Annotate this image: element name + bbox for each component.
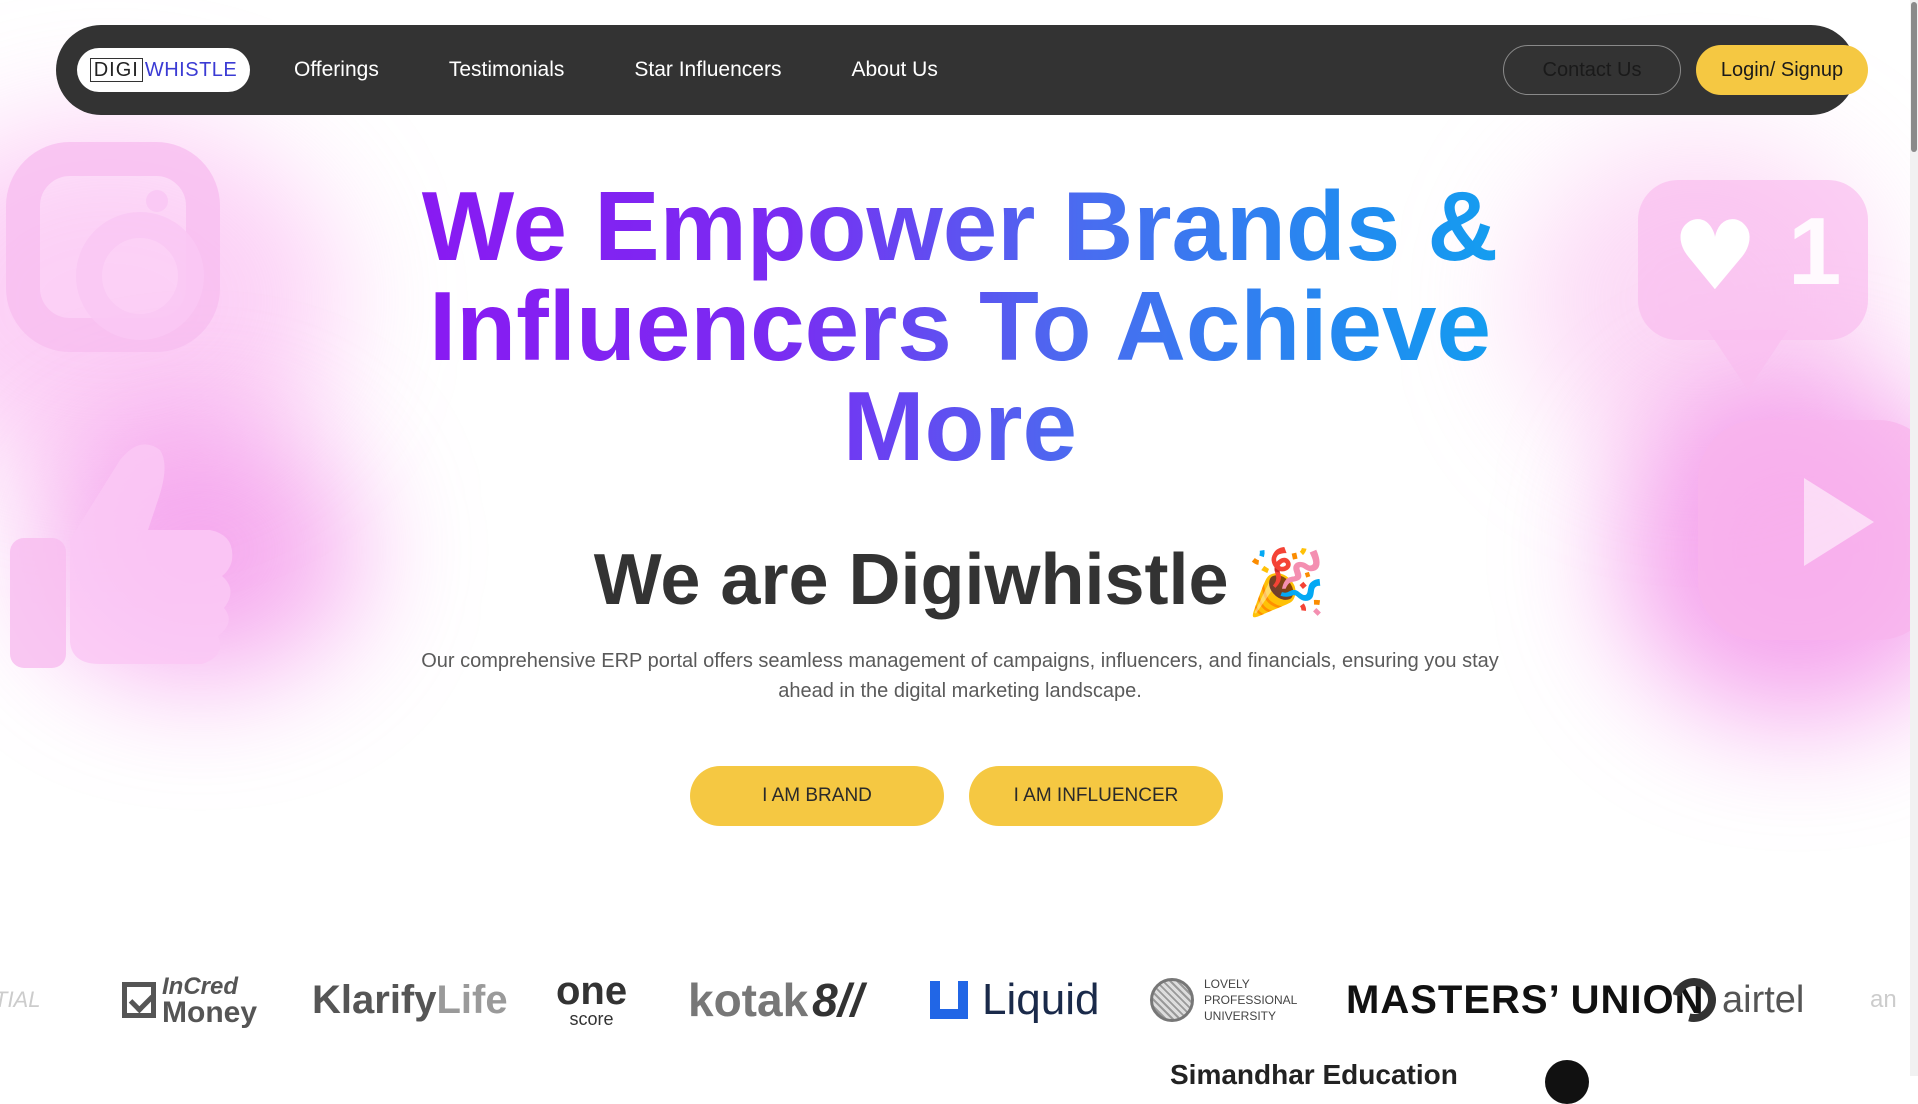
nav-links: Offerings Testimonials Star Influencers … (294, 25, 1008, 115)
brand-logos-row2: Simandhar Education (0, 1059, 1918, 1104)
onescore-logo: one score (556, 970, 627, 1030)
background-decoration: ♥ 1 (0, 0, 1918, 1076)
hero-subtitle-text: We are Digiwhistle (593, 540, 1229, 620)
hero-description: Our comprehensive ERP portal offers seam… (421, 650, 1499, 702)
lpu-line1: LOVELY (1204, 977, 1250, 991)
heart-icon: ♥ (1672, 200, 1759, 312)
airtel-swirl-icon (1663, 969, 1725, 1031)
top-navbar: DIGI WHISTLE Offerings Testimonials Star… (56, 25, 1868, 115)
login-signup-button[interactable]: Login/ Signup (1696, 45, 1868, 95)
liquid-text: Liquid (982, 975, 1100, 1024)
pink-glow (1618, 380, 1918, 720)
liquid-logo: Liquid (930, 970, 1099, 1030)
i-am-influencer-button[interactable]: I AM INFLUENCER (969, 766, 1223, 826)
lpu-line2: PROFESSIONAL (1204, 993, 1298, 1007)
onescore-part1: one (556, 969, 628, 1013)
pink-glow (40, 420, 360, 680)
masters-union-logo: MASTERS’ UNION (1346, 977, 1705, 1022)
logo-digi: DIGI (89, 58, 143, 82)
lpu-logo: LOVELY PROFESSIONAL UNIVERSITY (1150, 970, 1297, 1030)
airtel-logo: airtel (1663, 969, 1805, 1031)
lpu-seal-icon (1150, 978, 1194, 1022)
airtel-text: airtel (1722, 978, 1805, 1021)
instagram-dot-icon (146, 190, 168, 212)
nav-link-star-influencers[interactable]: Star Influencers (634, 58, 781, 82)
instagram-lens-icon (76, 212, 204, 340)
partial-brand-logo (1545, 1060, 1589, 1104)
liquid-mark-icon (930, 981, 968, 1019)
youtube-3d-icon (1698, 420, 1918, 640)
pink-glow (1518, 140, 1878, 460)
bubble-tail (1708, 330, 1788, 390)
i-am-brand-button[interactable]: I AM BRAND (690, 766, 944, 826)
instagram-3d-icon (6, 142, 220, 352)
partial-brand-logo: TIAL (0, 987, 41, 1012)
contact-us-button[interactable]: Contact Us (1503, 45, 1681, 95)
like-count-icon: 1 (1788, 198, 1842, 305)
klarify-part2: Life (436, 977, 508, 1022)
onescore-part2: score (569, 1009, 614, 1029)
klarify-life-logo: Klarify Life (312, 970, 508, 1030)
thumbs-up-3d-icon (10, 444, 233, 668)
partial-brand-logo: an (1870, 986, 1897, 1013)
kotak-text: kotak (688, 974, 809, 1026)
hero-title: We Empower Brands & Influencers To Achie… (360, 176, 1560, 476)
incred-check-icon (122, 982, 156, 1018)
like-notification-3d-icon: ♥ 1 (1638, 180, 1868, 390)
kotak-mark-icon: 8// (812, 974, 864, 1026)
incred-money-logo: InCred Money (122, 970, 257, 1030)
nav-link-about-us[interactable]: About Us (851, 58, 937, 82)
nav-link-offerings[interactable]: Offerings (294, 58, 379, 82)
pink-glow (0, 120, 340, 480)
page-scrollbar[interactable] (1910, 0, 1918, 1076)
play-icon (1804, 478, 1874, 566)
round-logo-icon (1545, 1060, 1589, 1104)
simandhar-education-logo: Simandhar Education (1170, 1059, 1458, 1090)
lpu-line3: UNIVERSITY (1204, 1009, 1277, 1023)
nav-link-testimonials[interactable]: Testimonials (449, 58, 565, 82)
incred-line2: Money (162, 996, 258, 1029)
party-popper-icon: 🎉 (1246, 546, 1327, 620)
scrollbar-thumb[interactable] (1911, 2, 1917, 152)
kotak-logo: kotak 8// (688, 970, 863, 1030)
digiwhistle-logo[interactable]: DIGI WHISTLE (77, 48, 250, 92)
logo-whistle: WHISTLE (144, 59, 238, 81)
hero-subtitle: We are Digiwhistle 🎉 (360, 540, 1560, 623)
brand-logos-carousel: TIAL InCred Money KlarifyLife one score … (0, 969, 1918, 1031)
klarify-part1: Klarify (312, 977, 437, 1022)
